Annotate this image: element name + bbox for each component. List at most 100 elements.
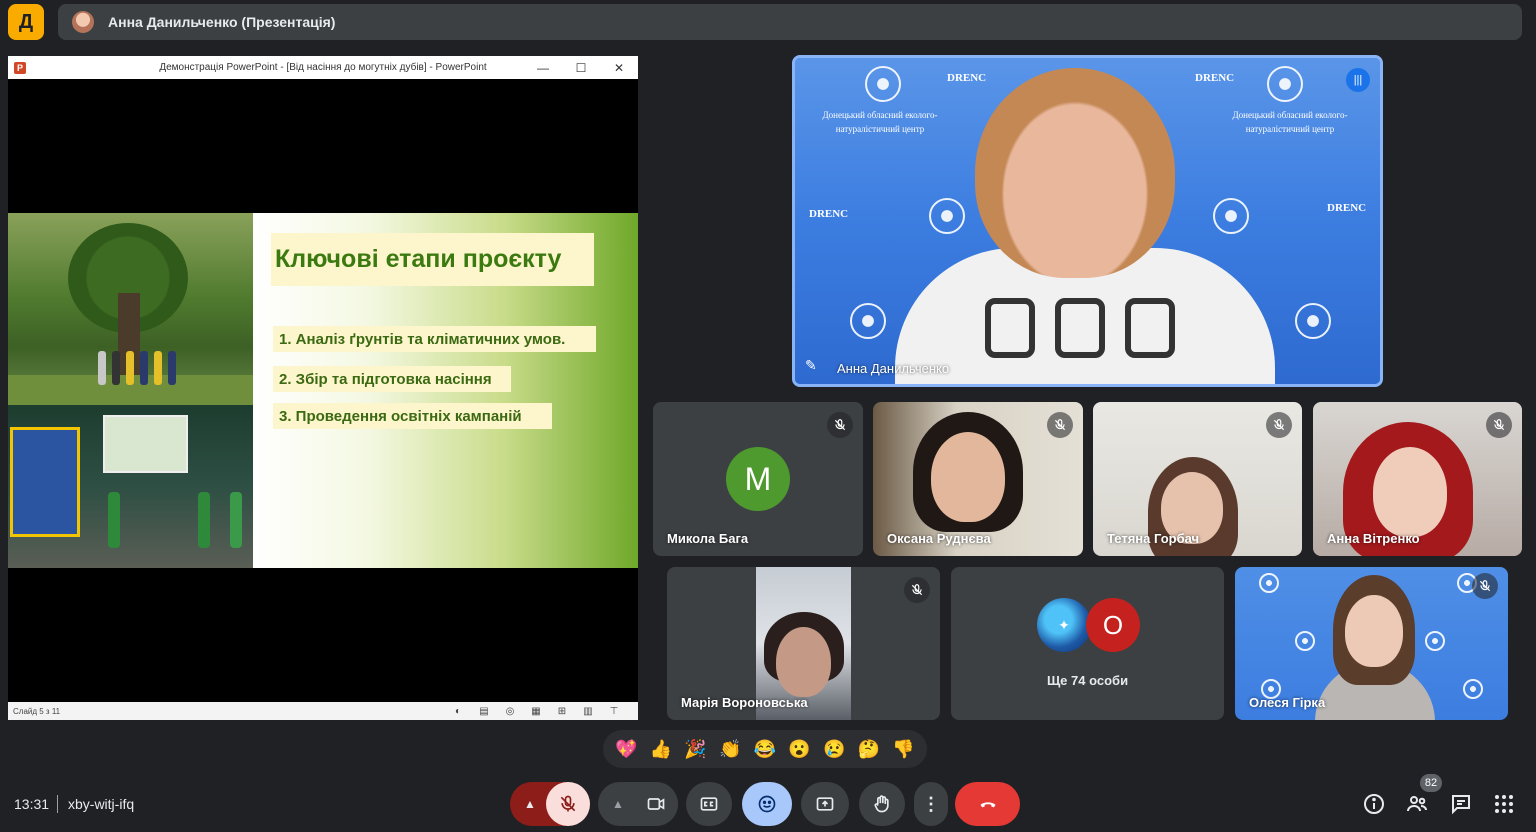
people-icon	[1407, 796, 1427, 812]
powerpoint-statusbar: Слайд 5 з 11 ◐ ▤ ◎ ▦ ⊞ ▥ ⊤	[8, 702, 638, 720]
slide-text-area: Ключові етапи проєкту 1. Аналіз ґрунтів …	[253, 213, 638, 568]
avatar: M	[726, 447, 790, 511]
party-popper-reaction[interactable]: 🎉	[681, 739, 711, 760]
participant-name: Анна Вітренко	[1327, 531, 1420, 546]
meeting-time: 13:31	[14, 796, 50, 812]
microphone-button[interactable]	[546, 782, 590, 826]
more-participants-tile[interactable]: ✦ O Ще 74 особи	[951, 567, 1224, 720]
mic-off-icon	[904, 577, 930, 603]
drenc-label: DRENC	[1195, 72, 1235, 84]
meeting-info-button[interactable]	[1362, 792, 1386, 816]
participant-name: Олеся Гірка	[1249, 695, 1326, 710]
participant-name: Микола Бага	[667, 531, 749, 546]
presenter-title: Анна Данильченко (Презентація)	[108, 14, 336, 30]
background-caption: Донецький обласний еколого-натуралістичн…	[1232, 110, 1348, 134]
notes-icon[interactable]: ◐	[450, 706, 466, 717]
more-vertical-icon: ⋮	[922, 793, 940, 814]
speaking-indicator-icon: |||	[1346, 68, 1370, 92]
slide-item: 1. Аналіз ґрунтів та кліматичних умов.	[273, 326, 596, 352]
chat-icon	[1452, 795, 1470, 815]
thumbs-up-reaction[interactable]: 👍	[646, 739, 676, 760]
captions-icon	[700, 797, 718, 811]
audio-options-chevron-icon[interactable]: ▲	[524, 797, 536, 811]
emoji-button[interactable]	[742, 782, 792, 826]
mic-off-icon	[1047, 412, 1073, 438]
present-button[interactable]	[801, 782, 849, 826]
book-view-icon[interactable]: ▥	[580, 706, 596, 717]
present-screen-icon	[816, 797, 834, 811]
crying-reaction[interactable]: 😢	[819, 739, 849, 760]
slide-item: 2. Збір та підготовка насіння	[273, 366, 511, 392]
apps-grid-icon	[1495, 795, 1513, 813]
captions-button[interactable]	[686, 782, 732, 826]
powerpoint-icon: P	[14, 61, 26, 74]
video-options-chevron-icon[interactable]: ▲	[612, 797, 624, 811]
divider	[57, 795, 58, 813]
participant-tile[interactable]: Марія Вороновська	[667, 567, 940, 720]
slide-sorter-icon[interactable]: ◎	[502, 706, 518, 717]
slide: Ключові етапи проєкту 1. Аналіз ґрунтів …	[8, 213, 638, 568]
slide-photo-event	[8, 405, 253, 568]
participant-tile[interactable]: Тетяна Горбач	[1093, 402, 1302, 556]
laughing-reaction[interactable]: 😂	[750, 739, 780, 760]
thumbs-down-reaction[interactable]: 👎	[889, 739, 919, 760]
presenter-bar: Анна Данильченко (Презентація)	[58, 4, 1522, 40]
drenc-label: DRENC	[1327, 202, 1367, 214]
leave-call-button[interactable]	[955, 782, 1020, 826]
drenc-label: DRENC	[947, 72, 987, 84]
avatar: O	[1086, 598, 1140, 652]
slideshow-icon[interactable]: ⊤	[606, 706, 622, 717]
normal-view-icon[interactable]: ▤	[476, 706, 492, 717]
meeting-code: xby-witj-ifq	[68, 796, 135, 812]
mic-off-icon	[1472, 573, 1498, 599]
avatar: ✦	[1037, 598, 1091, 652]
clapping-reaction[interactable]: 👏	[715, 739, 745, 760]
grid-view-icon[interactable]: ⊞	[554, 706, 570, 717]
more-participants-label: Ще 74 особи	[1046, 673, 1129, 688]
mic-off-icon	[827, 412, 853, 438]
participant-name: Анна Данильченко	[837, 361, 950, 376]
participant-tile[interactable]: Олеся Гірка	[1235, 567, 1508, 720]
minimize-button[interactable]: —	[524, 61, 562, 75]
end-call-icon	[980, 802, 995, 808]
info-icon	[1364, 794, 1384, 814]
presenter-avatar	[72, 11, 94, 33]
participant-tile[interactable]: Оксана Руднєва	[873, 402, 1083, 556]
people-count-badge: 82	[1420, 774, 1442, 792]
raise-hand-button[interactable]	[859, 782, 905, 826]
maximize-button[interactable]: ☐	[562, 61, 600, 75]
activities-button[interactable]	[1492, 792, 1516, 816]
reading-view-icon[interactable]: ▦	[528, 706, 544, 717]
participant-tile[interactable]: Анна Вітренко	[1313, 402, 1522, 556]
camera-button[interactable]	[634, 782, 678, 826]
mic-off-icon	[1486, 412, 1512, 438]
drenc-label: DRENC	[809, 208, 849, 220]
pin-icon[interactable]: ✎	[805, 357, 817, 374]
slide-counter: Слайд 5 з 11	[13, 706, 61, 716]
more-options-button[interactable]: ⋮	[914, 782, 948, 826]
main-speaker-tile[interactable]: DRENC DRENC DRENC DRENC Донецький обласн…	[792, 55, 1383, 387]
app-badge[interactable]: Д	[8, 4, 44, 40]
participant-name: Оксана Руднєва	[887, 531, 991, 546]
emoji-icon	[758, 795, 776, 813]
reactions-bar: 💖 👍 🎉 👏 😂 😮 😢 🤔 👎	[603, 730, 927, 768]
people-button[interactable]	[1405, 792, 1429, 816]
slide-title: Ключові етапи проєкту	[271, 233, 594, 286]
slide-photo-oak	[8, 213, 253, 405]
participant-name: Марія Вороновська	[681, 695, 808, 710]
participant-tile[interactable]: M Микола Бага	[653, 402, 863, 556]
sparkling-heart-reaction[interactable]: 💖	[611, 739, 641, 760]
presentation-share: P Демонстрація PowerPoint - [Від насіння…	[8, 56, 638, 720]
mic-off-icon	[560, 795, 576, 812]
slide-item: 3. Проведення освітніх кампаній	[273, 403, 552, 429]
close-button[interactable]: ✕	[600, 61, 638, 75]
surprised-reaction[interactable]: 😮	[785, 739, 815, 760]
camera-icon	[647, 798, 665, 810]
mic-off-icon	[1266, 412, 1292, 438]
participant-name: Тетяна Горбач	[1107, 531, 1200, 546]
window-controls: — ☐ ✕	[524, 61, 638, 75]
thinking-reaction[interactable]: 🤔	[854, 739, 884, 760]
background-caption: Донецький обласний еколого-натуралістичн…	[822, 110, 938, 134]
powerpoint-titlebar: P Демонстрація PowerPoint - [Від насіння…	[8, 56, 638, 79]
chat-button[interactable]	[1449, 792, 1473, 816]
